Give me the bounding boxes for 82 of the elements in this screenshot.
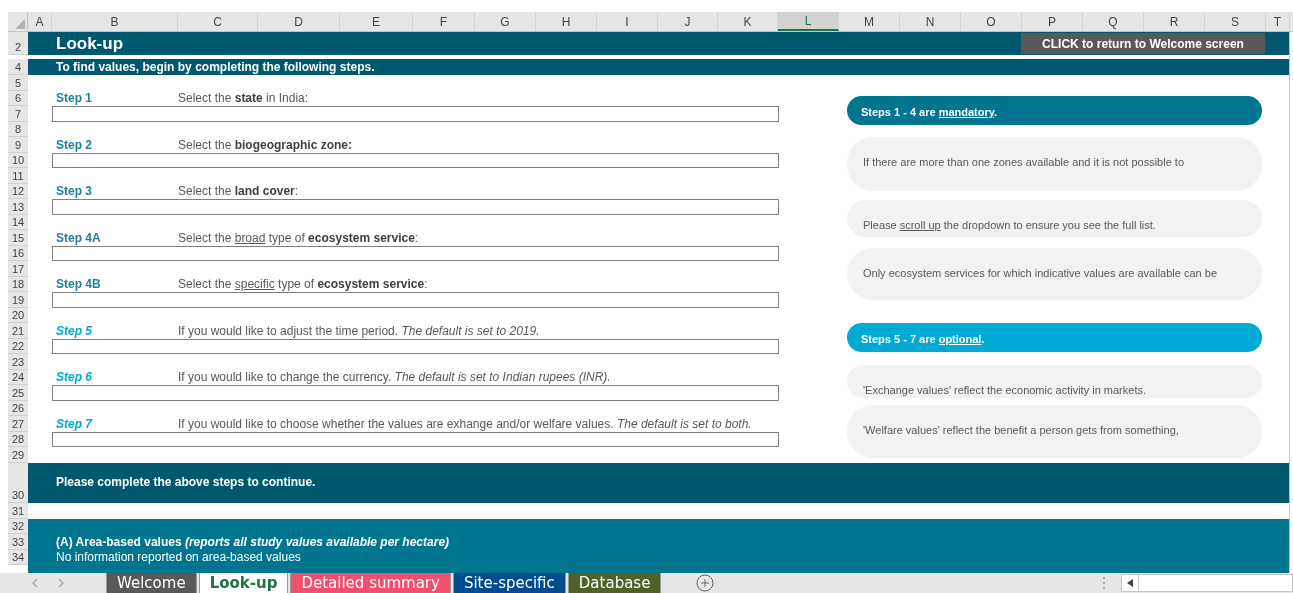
column-header[interactable]: D [258,12,340,31]
step-label: Step 4A [55,229,102,247]
dropdown-field[interactable] [52,292,779,308]
horizontal-scrollbar[interactable] [1121,574,1293,592]
row-header[interactable]: 11 [8,168,28,184]
note-text: 'Welfare values' reflect the benefit a person gets from something, [863,424,1179,436]
row-header[interactable]: 5 [8,75,28,91]
column-header[interactable]: M [839,12,900,31]
column-header[interactable]: O [961,12,1022,31]
column-header[interactable]: J [658,12,718,31]
column-header[interactable]: H [536,12,597,31]
step-instruction: Select the specific type of ecosystem service: [178,276,428,294]
dropdown-field[interactable] [52,338,779,354]
note-text: Only ecosystem services for which indicative values are available can be [863,267,1217,279]
column-header[interactable]: S [1205,12,1266,31]
sheet-tab[interactable]: Look-up [198,573,289,593]
dropdown-field[interactable] [52,431,779,447]
step-label: Step 4B [55,276,102,294]
column-header[interactable]: I [597,12,658,31]
area-values-message: No information reported on area-based values [56,549,302,565]
sheet-tab[interactable]: Welcome [106,573,197,593]
continue-message: Please complete the above steps to continue. [56,473,316,491]
row-header[interactable]: 2 [8,32,28,55]
return-to-welcome-button[interactable]: CLICK to return to Welcome screen [1021,33,1265,54]
step-instruction: Select the broad type of ecosystem service: [178,229,419,247]
column-header[interactable]: C [178,12,258,31]
column-header[interactable]: T [1266,12,1290,31]
row-header[interactable]: 17 [8,261,28,277]
banner-text: Steps 1 - 4 are mandatory. [861,104,998,120]
step-label: Step 2 [55,136,93,154]
splitter-handle-icon[interactable] [1102,576,1107,590]
row-header[interactable]: 29 [8,447,28,463]
intro-text: To find values, begin by completing the following steps. [56,59,375,76]
row-header[interactable]: 4 [8,59,28,75]
row-header[interactable]: 30 [8,462,28,503]
step-instruction: Select the state in India: [178,90,309,108]
step-label: Step 6 [55,369,93,387]
area-values-heading: (A) Area-based values (reports all study values available per hectare) [56,534,451,550]
step-instruction: If you would like to choose whether the values are exhange and/or welfare values. The default is set to both. [178,415,752,433]
row-header[interactable]: 9 [8,137,28,153]
step-label: Step 7 [55,415,94,433]
step-label: Step 5 [55,322,93,340]
column-header[interactable]: G [475,12,536,31]
column-header[interactable]: P [1022,12,1083,31]
step-label: Step 1 [55,90,93,108]
column-header[interactable]: Q [1083,12,1144,31]
step-instruction: Select the land cover: [178,183,299,201]
dropdown-field[interactable] [52,106,779,122]
row-header[interactable]: 27 [8,416,28,432]
column-header[interactable]: N [900,12,961,31]
page-title: Look-up [56,32,124,55]
dropdown-field[interactable] [52,385,779,401]
sheet-tab[interactable]: Site-specific [452,573,566,593]
note-text: 'Exchange values' reflect the economic activity in markets. [863,384,1146,396]
row-header[interactable]: 19 [8,292,28,308]
row-header[interactable]: 21 [8,323,28,339]
column-header[interactable]: R [1144,12,1205,31]
note-text: If there are more than one zones available and it is not possible to [863,156,1185,168]
note-text: Please scroll up the dropdown to ensure you see the full list. [863,219,1156,231]
sheet-tab[interactable]: Database [567,573,662,593]
row-header[interactable]: 15 [8,230,28,246]
add-sheet-icon[interactable] [696,574,715,592]
scroll-left-icon[interactable] [1127,579,1134,587]
dropdown-field[interactable] [52,152,779,168]
dropdown-field[interactable] [52,245,779,261]
column-header[interactable]: A [28,12,52,31]
row-header[interactable]: 33 [8,534,28,550]
row-header[interactable]: 7 [8,106,28,122]
column-header[interactable]: F [413,12,475,31]
banner-text: Steps 5 - 7 are optional. [861,331,985,347]
dropdown-field[interactable] [52,199,779,215]
row-header[interactable]: 13 [8,199,28,215]
step-instruction: If you would like to change the currency. The default is set to Indian rupees (INR). [178,369,611,387]
column-header[interactable]: L [778,12,839,31]
row-header[interactable]: 25 [8,385,28,401]
column-header[interactable]: E [340,12,413,31]
step-label: Step 3 [55,183,93,201]
corner-triangle-icon [15,19,25,29]
row-header[interactable]: 23 [8,354,28,370]
step-instruction: Select the biogeographic zone: [178,136,353,154]
step-instruction: If you would like to adjust the time period. The default is set to 2019. [178,322,540,340]
column-header[interactable]: B [52,12,178,31]
